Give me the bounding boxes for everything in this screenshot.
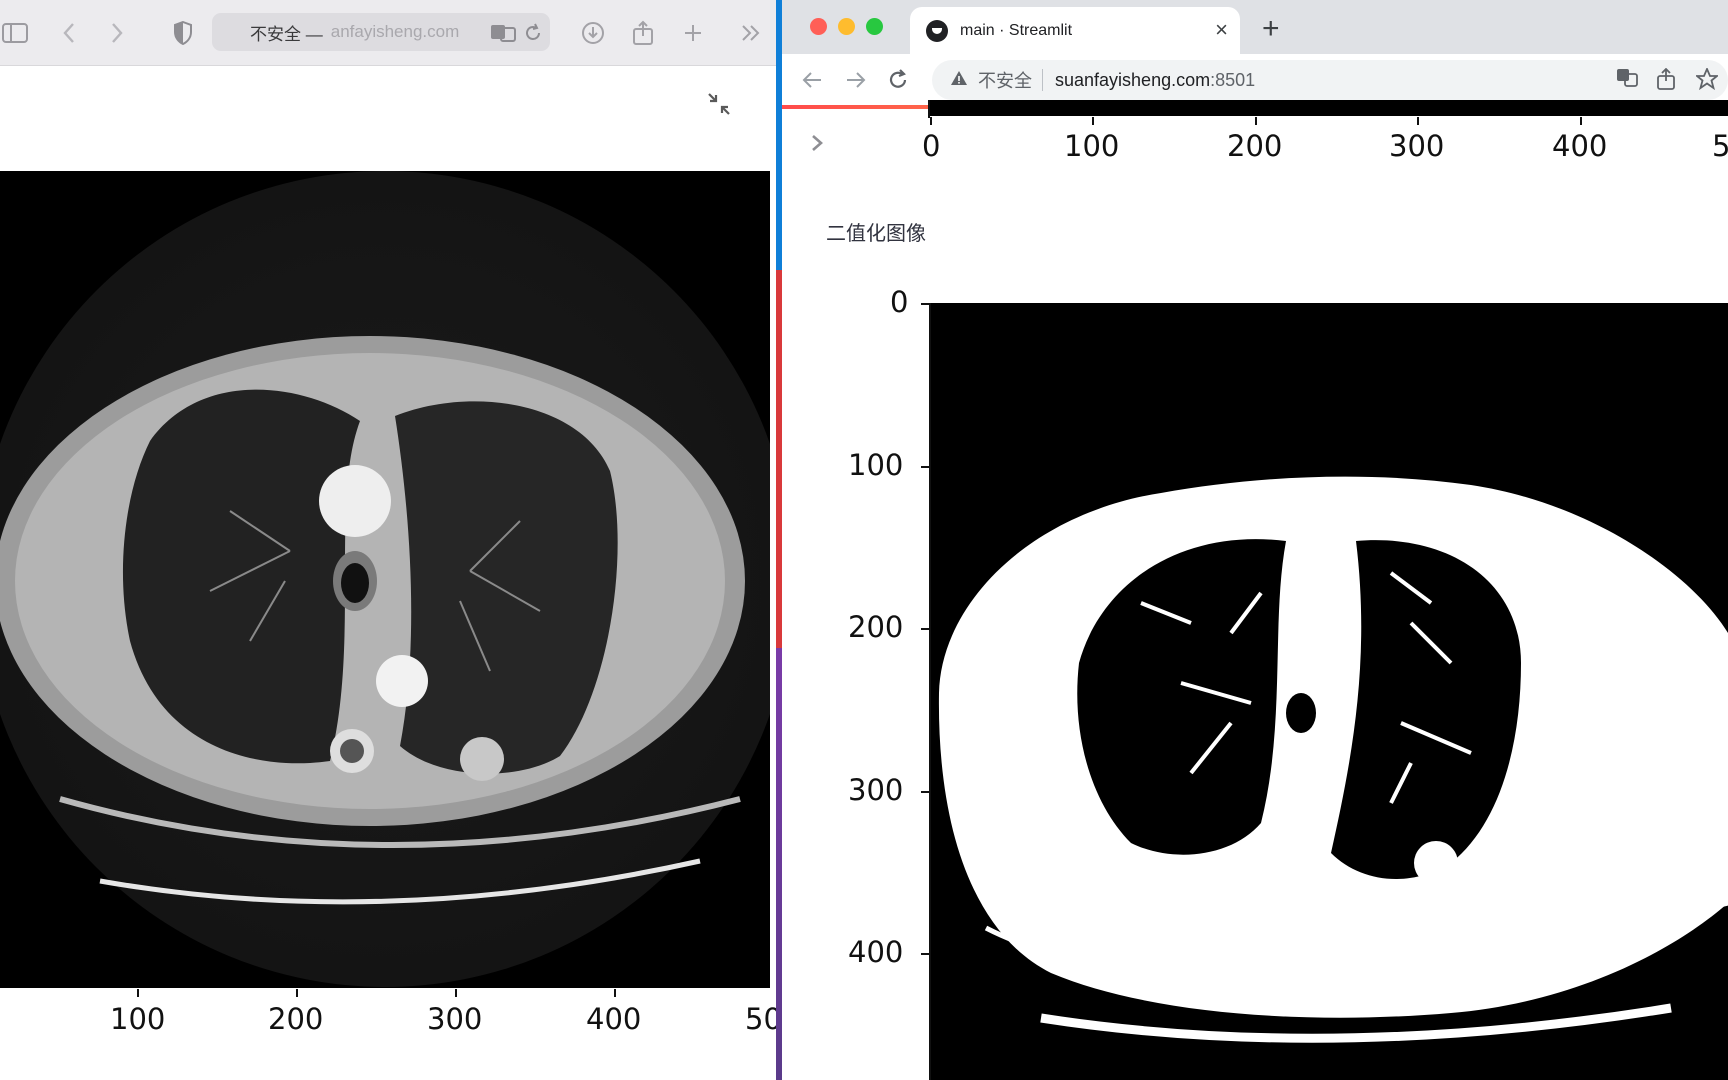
y-tick-label: 100	[848, 448, 904, 482]
collapse-icon[interactable]	[706, 91, 732, 122]
binary-image	[931, 303, 1728, 1080]
share-icon[interactable]	[1656, 67, 1676, 96]
forward-icon[interactable]	[102, 18, 132, 48]
previous-plot-image-edge	[930, 100, 1728, 116]
tab-title: main · Streamlit	[960, 21, 1073, 39]
sidebar-icon[interactable]	[0, 18, 30, 48]
x-tick-mark	[137, 989, 139, 997]
x-tick-mark	[930, 117, 932, 125]
new-tab-button[interactable]: +	[1262, 12, 1280, 46]
y-tick-label: 200	[848, 610, 904, 644]
x-tick-label: 400	[1552, 129, 1608, 163]
omnibox[interactable]: 不安全 suanfayisheng.com :8501	[932, 60, 1728, 100]
x-tick-label: 50	[745, 1002, 776, 1036]
y-tick-label: 400	[848, 935, 904, 969]
shield-icon[interactable]	[168, 18, 198, 48]
warning-icon	[950, 70, 968, 91]
share-icon[interactable]	[628, 18, 658, 48]
x-tick-label: 100	[1064, 129, 1120, 163]
more-icon[interactable]	[736, 18, 766, 48]
y-tick-mark	[921, 628, 929, 630]
reload-icon[interactable]	[518, 18, 548, 48]
star-icon[interactable]	[1694, 66, 1720, 96]
back-icon[interactable]	[796, 64, 828, 96]
x-tick-mark	[1417, 117, 1419, 125]
translate-icon[interactable]	[1616, 68, 1638, 94]
sidebar-expand-icon[interactable]	[810, 133, 824, 158]
x-tick-label: 300	[1389, 129, 1445, 163]
x-tick-label: 200	[268, 1002, 324, 1036]
x-tick-label: 300	[427, 1002, 483, 1036]
y-tick-label: 300	[848, 773, 904, 807]
x-tick-mark	[614, 989, 616, 997]
tab-main-streamlit[interactable]: main · Streamlit ×	[910, 7, 1240, 54]
x-tick-mark	[296, 989, 298, 997]
safari-toolbar: 不安全 — anfayisheng.com	[0, 0, 776, 66]
x-tick-mark	[1092, 117, 1094, 125]
chrome-tab-strip: main · Streamlit × +	[782, 0, 1728, 54]
x-tick-mark	[1580, 117, 1582, 125]
y-tick-mark	[921, 791, 929, 793]
x-tick-mark	[455, 989, 457, 997]
tab-close-icon[interactable]: ×	[1215, 17, 1228, 43]
insecure-label: 不安全	[978, 71, 1032, 91]
left-browser-window: 不安全 — anfayisheng.com 100 200 300 400 50	[0, 0, 776, 1080]
back-icon[interactable]	[54, 18, 84, 48]
minimize-window-button[interactable]	[838, 18, 855, 35]
address-prefix: 不安全 —	[250, 24, 323, 44]
streamlit-app-page: 0 100 200 300 400 5 二值化图像 0 100 200 300 …	[782, 100, 1728, 1080]
reload-icon[interactable]	[882, 64, 914, 96]
omnibox-host: suanfayisheng.com	[1055, 69, 1211, 90]
streamlit-favicon-icon	[926, 19, 948, 42]
x-tick-label: 400	[586, 1002, 642, 1036]
y-tick-mark	[921, 303, 929, 305]
translate-icon[interactable]	[488, 18, 518, 48]
x-tick-mark	[1255, 117, 1257, 125]
right-browser-window: main · Streamlit × + 不安全 suanfayisheng.c…	[782, 0, 1728, 1080]
ct-scan-image	[0, 171, 776, 988]
download-icon[interactable]	[578, 18, 608, 48]
omnibox-port: :8501	[1210, 69, 1256, 90]
section-label: 二值化图像	[826, 223, 926, 245]
x-tick-label: 200	[1227, 129, 1283, 163]
forward-icon[interactable]	[840, 64, 872, 96]
safari-page: 100 200 300 400 50	[0, 67, 776, 1080]
omnibox-separator	[1042, 69, 1043, 91]
close-window-button[interactable]	[810, 18, 827, 35]
x-tick-label: 5	[1712, 129, 1728, 163]
zoom-window-button[interactable]	[866, 18, 883, 35]
new-tab-icon[interactable]	[678, 18, 708, 48]
previous-plot-axis	[928, 100, 930, 118]
y-tick-mark	[921, 953, 929, 955]
address-url: anfayisheng.com	[330, 22, 460, 41]
x-tick-label: 0	[922, 129, 941, 163]
x-tick-label: 100	[110, 1002, 166, 1036]
y-tick-mark	[921, 466, 929, 468]
y-tick-label: 0	[890, 285, 909, 319]
